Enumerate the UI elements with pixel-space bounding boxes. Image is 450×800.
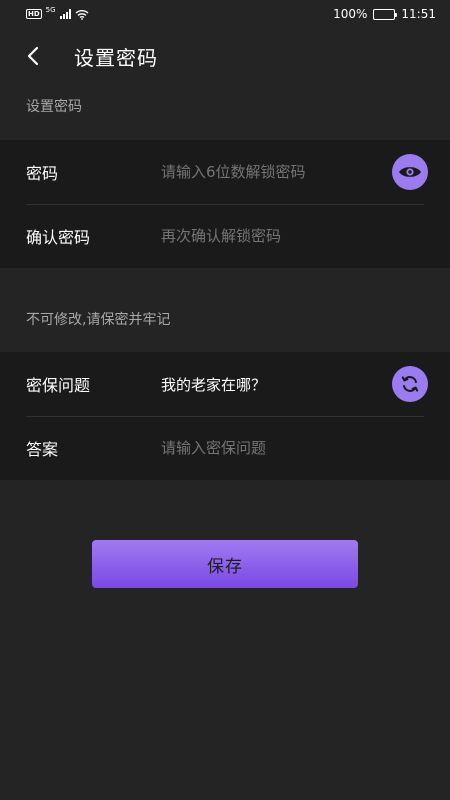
toggle-visibility-button[interactable] [392, 154, 428, 190]
wifi-icon [75, 9, 89, 20]
password-group: 密码 确认密码 [0, 140, 450, 268]
eye-icon [399, 167, 421, 177]
status-bar-left: HD 5G [26, 6, 89, 20]
answer-input[interactable] [161, 439, 428, 457]
security-question-row[interactable]: 密保问题 我的老家在哪？ [0, 352, 450, 416]
section-label-password: 设置密码 [26, 99, 82, 115]
refresh-icon [401, 376, 419, 392]
back-button[interactable] [0, 28, 60, 84]
change-question-button[interactable] [392, 366, 428, 402]
answer-label: 答案 [26, 440, 59, 459]
header: 设置密码 [0, 28, 450, 84]
network-type: 5G [45, 6, 56, 14]
section-label-security: 不可修改,请保密并牢记 [26, 312, 171, 328]
clock: 11:51 [401, 7, 436, 21]
confirm-password-label: 确认密码 [26, 228, 91, 247]
save-button[interactable]: 保存 [92, 540, 358, 588]
chevron-left-icon [27, 46, 39, 66]
status-bar-right: 100% 11:51 [333, 7, 436, 21]
password-input[interactable] [161, 163, 392, 181]
battery-icon [373, 8, 398, 20]
security-group: 密保问题 我的老家在哪？ 答案 [0, 352, 450, 480]
page-title: 设置密码 [74, 45, 158, 70]
password-label: 密码 [26, 164, 59, 183]
security-question-label: 密保问题 [26, 376, 91, 395]
status-bar: HD 5G 100% 11:51 [0, 0, 450, 28]
security-question-value: 我的老家在哪？ [161, 375, 267, 394]
answer-row: 答案 [0, 416, 450, 480]
hd-indicator: HD [26, 9, 42, 19]
battery-percent: 100% [333, 7, 368, 21]
confirm-password-input[interactable] [161, 227, 428, 245]
confirm-password-row: 确认密码 [0, 204, 450, 268]
signal-icon [59, 9, 71, 19]
password-row: 密码 [0, 140, 450, 204]
